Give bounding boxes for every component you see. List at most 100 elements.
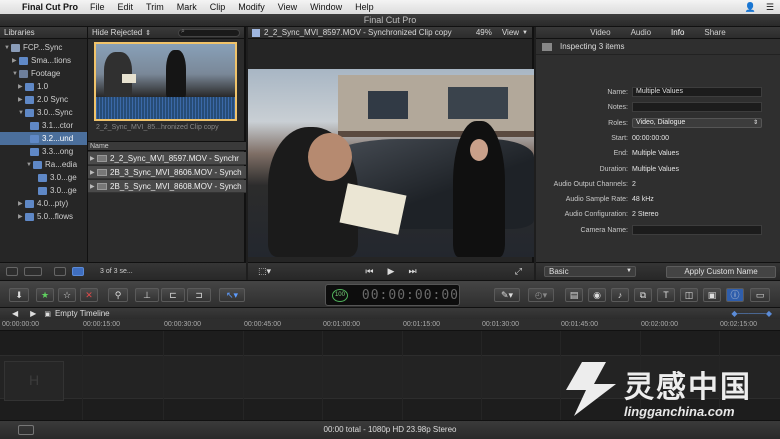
zoom-slider-icon[interactable]: ◆─────◆ — [731, 309, 772, 318]
library-item[interactable]: ▼ Ra...edia — [0, 158, 87, 171]
timeline-area[interactable]: H — [0, 331, 780, 420]
notes-field[interactable] — [632, 102, 762, 112]
library-item[interactable]: 3.1...ctor — [0, 119, 87, 132]
menu-clip[interactable]: Clip — [210, 2, 226, 12]
camera-name-field[interactable] — [632, 225, 762, 235]
clip-thumbnail[interactable] — [94, 42, 237, 121]
search-field[interactable]: ⌕ — [178, 28, 240, 37]
disclosure-triangle-icon[interactable]: ▶ — [18, 83, 25, 90]
timeline-ruler[interactable]: 00:00:00:00 00:00:15:00 00:00:30:00 00:0… — [0, 319, 780, 331]
previous-frame-button[interactable]: ⏮ — [365, 266, 373, 277]
crop-menu-icon[interactable]: ⬚▾ — [258, 266, 271, 277]
roles-popup[interactable]: Video, Dialogue ⇕ — [632, 118, 762, 128]
disclosure-triangle-icon[interactable]: ▶ — [90, 183, 97, 190]
favorite-star-icon[interactable]: ★ — [36, 288, 54, 302]
list-view-button[interactable] — [72, 267, 84, 276]
select-tool-icon[interactable]: ↖▾ — [219, 288, 245, 302]
name-column-header[interactable]: Name — [88, 141, 246, 151]
disclosure-triangle-icon[interactable]: ▼ — [4, 45, 11, 51]
unrate-star-icon[interactable]: ☆ — [58, 288, 76, 302]
fullscreen-icon[interactable]: ⤢ — [515, 266, 522, 277]
themes-icon[interactable]: ▣ — [703, 288, 721, 302]
menu-edit[interactable]: Edit — [118, 2, 134, 12]
gear-icon[interactable] — [24, 267, 42, 276]
import-icon[interactable]: ⬇ — [9, 288, 29, 302]
tab-video[interactable]: Video — [590, 27, 610, 38]
library-item-selected[interactable]: 3.2...und — [0, 132, 87, 145]
back-icon[interactable]: ◀ — [12, 309, 18, 318]
effects-icon[interactable]: ▭ — [750, 288, 770, 302]
enhancements-icon[interactable]: ✎▾ — [494, 288, 520, 302]
view-menu[interactable]: View — [502, 28, 519, 37]
menu-modify[interactable]: Modify — [238, 2, 265, 12]
library-item[interactable]: 3.0...ge — [0, 171, 87, 184]
zoom-level[interactable]: 49% — [476, 28, 492, 37]
timeline-index-button[interactable] — [18, 425, 34, 435]
list-icon[interactable]: ☰ — [766, 2, 774, 13]
clip-row[interactable]: ▶ 2B_5_Sync_MVI_8608.MOV - Synch — [88, 180, 246, 193]
video-frame[interactable] — [248, 69, 534, 257]
library-toggle-button[interactable] — [6, 267, 18, 276]
disclosure-triangle-icon[interactable]: ▼ — [26, 162, 33, 168]
titles-icon[interactable]: T — [657, 288, 675, 302]
library-item[interactable]: ▶ 2.0 Sync — [0, 93, 87, 106]
play-button[interactable]: ▶ — [388, 266, 395, 277]
library-item[interactable]: ▼ FCP...Sync — [0, 41, 87, 54]
disclosure-triangle-icon[interactable]: ▶ — [18, 96, 25, 103]
disclosure-triangle-icon[interactable]: ▶ — [18, 213, 25, 220]
menu-trim[interactable]: Trim — [146, 2, 164, 12]
menu-help[interactable]: Help — [355, 2, 374, 12]
clip-row[interactable]: ▶ 2_2_Sync_MVI_8597.MOV - Synchr — [88, 152, 246, 165]
dashboard-timecode[interactable]: 100 00:00:00:00 — [325, 284, 460, 306]
filmstrip-view-button[interactable] — [54, 267, 66, 276]
disclosure-triangle-icon[interactable]: ▶ — [90, 155, 97, 162]
library-item[interactable]: ▼ 3.0...Sync — [0, 106, 87, 119]
library-item[interactable]: ▶ Sma...tions — [0, 54, 87, 67]
append-clip-icon[interactable]: ⊐ — [187, 288, 211, 302]
primary-storyline[interactable] — [0, 355, 780, 399]
library-item[interactable]: ▶ 4.0...pty) — [0, 197, 87, 210]
tab-audio[interactable]: Audio — [631, 27, 651, 38]
transitions-icon[interactable]: ⧉ — [634, 288, 652, 302]
library-item[interactable]: 3.0...ge — [0, 184, 87, 197]
connect-clip-icon[interactable]: ⊥ — [135, 288, 159, 302]
next-frame-button[interactable]: ⏭ — [408, 266, 416, 277]
library-item[interactable]: ▶ 5.0...flows — [0, 210, 87, 223]
forward-icon[interactable]: ▶ — [30, 309, 36, 318]
menu-window[interactable]: Window — [310, 2, 342, 12]
music-icon[interactable]: ♪ — [611, 288, 629, 302]
menu-view[interactable]: View — [278, 2, 297, 12]
disclosure-triangle-icon[interactable]: ▼ — [18, 110, 25, 116]
retime-icon[interactable]: ◴▾ — [528, 288, 554, 302]
filter-popup[interactable]: Hide Rejected — [92, 28, 142, 37]
media-browser-icon[interactable]: ▤ — [565, 288, 583, 302]
background-tasks-indicator[interactable]: 100 — [332, 288, 348, 302]
reject-x-icon[interactable]: ✕ — [80, 288, 98, 302]
name-field[interactable]: Multiple Values — [632, 87, 762, 97]
keyword-icon[interactable]: ⚲ — [108, 288, 128, 302]
library-item[interactable]: 3.3...ong — [0, 145, 87, 158]
clip-row[interactable]: ▶ 2B_3_Sync_MVI_8606.MOV - Synch — [88, 166, 246, 179]
inspector-toggle-icon[interactable]: ⓘ — [726, 288, 744, 302]
tab-share[interactable]: Share — [704, 27, 725, 38]
placeholder-icon: H — [29, 372, 40, 388]
tab-info[interactable]: Info — [671, 27, 684, 38]
user-icon[interactable]: 👤 — [745, 2, 756, 13]
disclosure-triangle-icon[interactable]: ▼ — [12, 71, 19, 77]
insert-clip-icon[interactable]: ⊏ — [161, 288, 185, 302]
generators-icon[interactable]: ◫ — [680, 288, 698, 302]
app-menu[interactable]: Final Cut Pro — [22, 2, 78, 12]
chevron-updown-icon[interactable]: ⇕ — [145, 29, 151, 37]
status-bar: 00:00 total - 1080p HD 23.98p Stereo — [0, 420, 780, 439]
metadata-view-popup[interactable]: Basic ▼ — [544, 266, 636, 277]
apply-custom-name-button[interactable]: Apply Custom Name — [666, 265, 776, 278]
menu-file[interactable]: File — [90, 2, 105, 12]
disclosure-triangle-icon[interactable]: ▶ — [90, 169, 97, 176]
library-item[interactable]: ▼ Footage — [0, 67, 87, 80]
chevron-down-icon[interactable]: ▼ — [522, 30, 528, 36]
disclosure-triangle-icon[interactable]: ▶ — [18, 200, 25, 207]
menu-mark[interactable]: Mark — [177, 2, 197, 12]
photos-icon[interactable]: ◉ — [588, 288, 606, 302]
library-item[interactable]: ▶ 1.0 — [0, 80, 87, 93]
disclosure-triangle-icon[interactable]: ▶ — [12, 57, 19, 64]
